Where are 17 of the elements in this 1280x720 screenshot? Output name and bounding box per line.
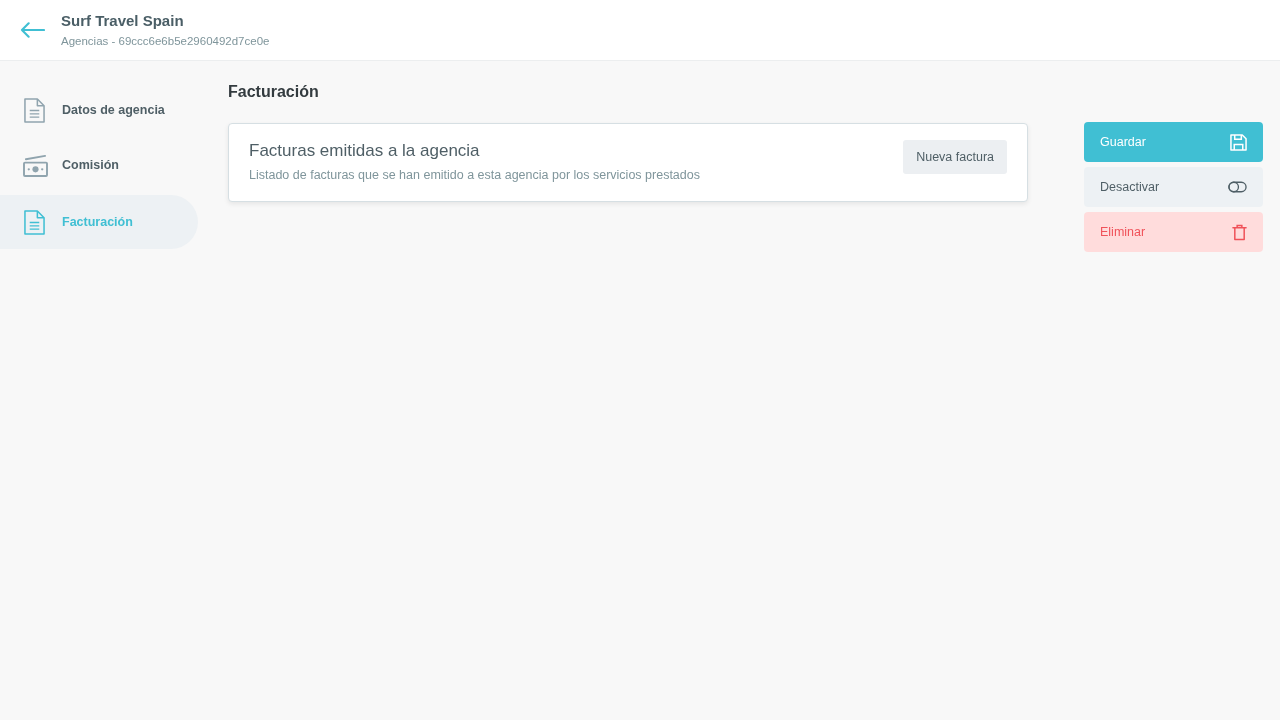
save-icon [1230, 133, 1247, 151]
toggle-icon [1228, 181, 1247, 193]
new-invoice-button[interactable]: Nueva factura [903, 140, 1007, 174]
page-title: Surf Travel Spain [61, 12, 185, 30]
back-button[interactable] [20, 21, 45, 39]
page-subtitle: Agencias - 69ccc6e6b5e2960492d7ce0e [61, 34, 270, 48]
sidebar-item[interactable]: Datos de agencia [0, 85, 198, 135]
document-icon [24, 97, 45, 123]
card-description: Listado de facturas que se han emitido a esta agencia por los servicios prestados [249, 167, 700, 183]
document-icon [24, 209, 45, 235]
card-title: Facturas emitidas a la agencia [249, 140, 481, 162]
cash-icon [23, 153, 48, 177]
section-title: Facturación [228, 82, 320, 102]
deactivate-button[interactable]: Desactivar [1084, 167, 1263, 207]
trash-icon [1232, 223, 1247, 241]
back-arrow-icon [20, 21, 45, 39]
sidebar-item[interactable]: Comisión [0, 140, 198, 190]
